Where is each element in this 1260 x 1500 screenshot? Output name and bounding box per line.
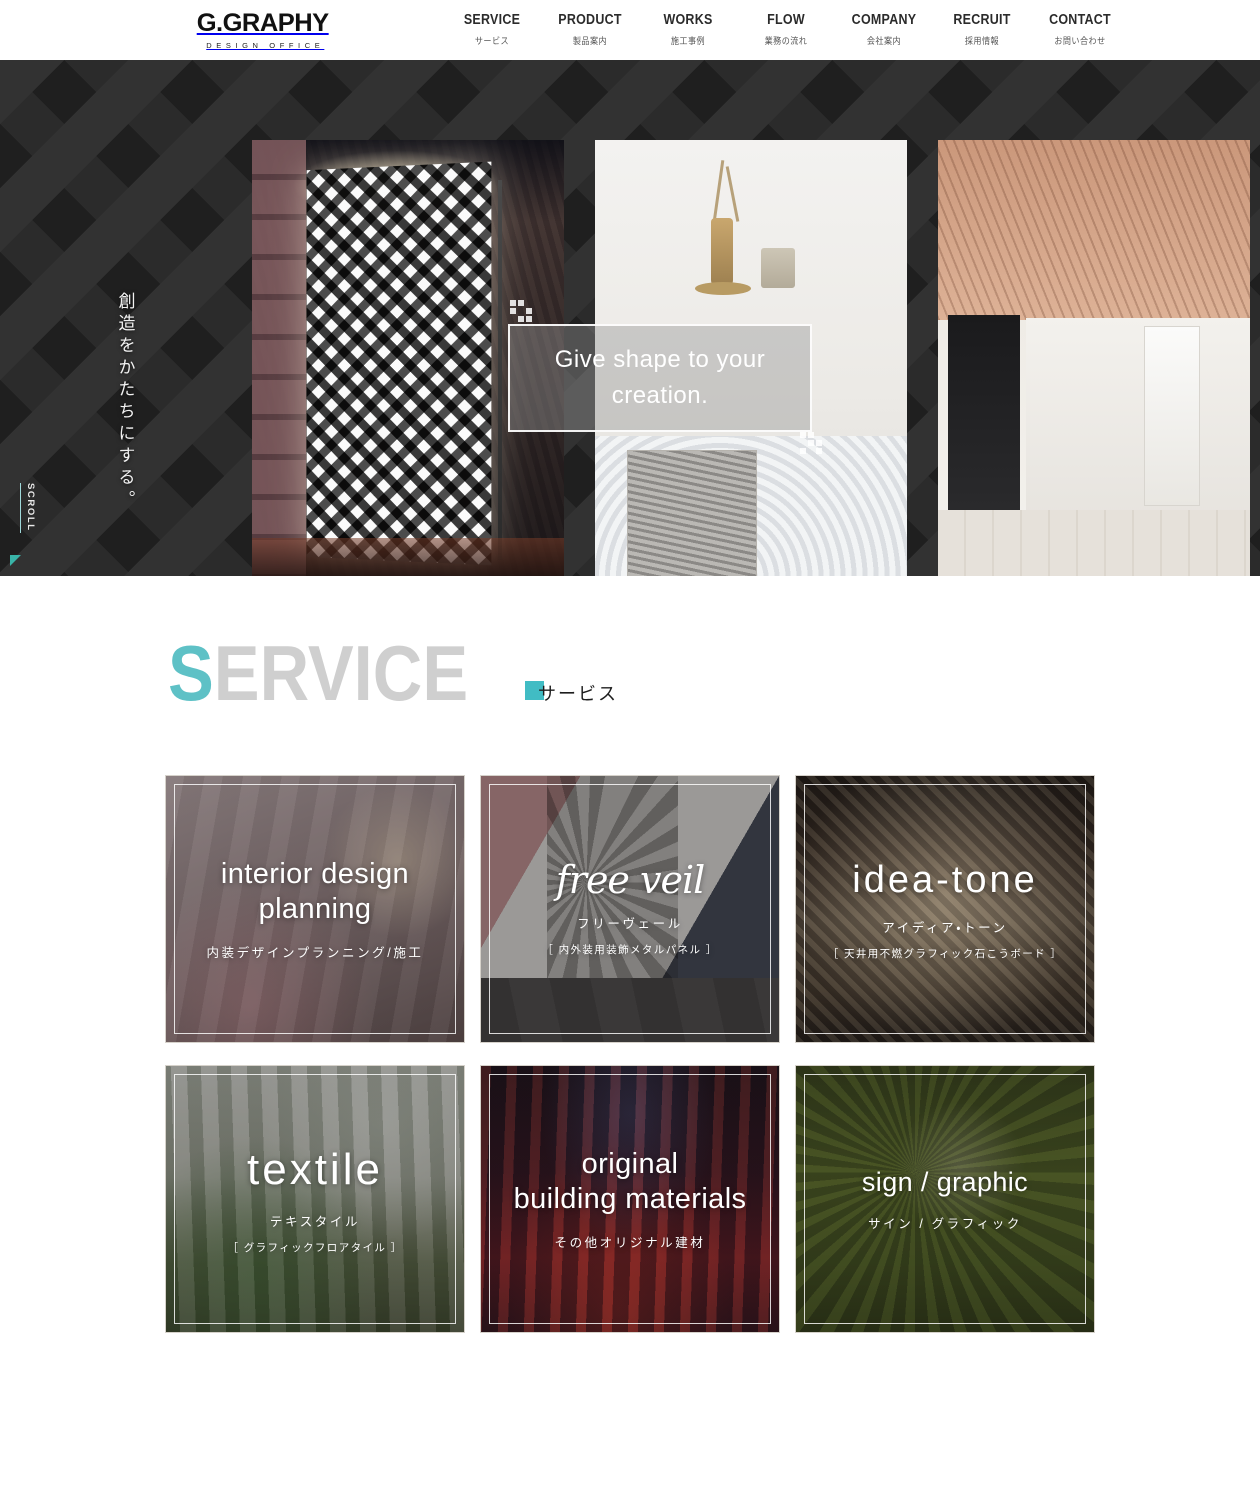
card-subtitle-ja: サイン / グラフィック [868, 1216, 1022, 1231]
card-caption: original building materials その他オリジナル建材 [481, 1066, 779, 1332]
nav-item-service[interactable]: SERVICE サービス [443, 13, 541, 48]
card-caption: free veil フリーヴェール ［ 内外装用装飾メタルパネル ］ [481, 776, 779, 1042]
nav-label-en: CONTACT [1049, 11, 1111, 28]
site-logo[interactable]: G.GRAPHY DESIGN OFFICE [168, 8, 358, 50]
hero-vertical-copy: 創造をかたちにする。 [115, 292, 135, 512]
card-title-line2: planning [258, 893, 372, 926]
service-heading: SERVICE サービス [168, 634, 1260, 712]
service-heading-ja-wrap: サービス [525, 680, 618, 710]
service-card-idea-tone[interactable]: idea-tone アイディア・トーン ［ 天井用不燃グラフィック石こうボード … [795, 774, 1095, 1043]
card-note: ［ 天井用不燃グラフィック石こうボード ］ [827, 947, 1063, 960]
nav-label-en: WORKS [663, 11, 713, 28]
service-section: SERVICE サービス interior design planning 内装… [0, 576, 1260, 1333]
slide-photo-idea-tone [938, 140, 1250, 576]
scroll-indicator[interactable]: SCROLL [20, 483, 36, 533]
card-subtitle-ja: その他オリジナル建材 [554, 1235, 706, 1250]
card-note: ［ 内外装用装飾メタルパネル ］ [542, 943, 718, 956]
card-title-line1: textile [247, 1144, 383, 1194]
logo-wordmark: G.GRAPHY [197, 8, 329, 37]
nav-label-ja: 業務の流れ [764, 36, 808, 47]
hero-catch-copy-box: Give shape to your creation. [508, 324, 812, 432]
corner-arrow-icon [10, 555, 21, 566]
card-title-line1: original [581, 1147, 679, 1180]
service-card-original-building-materials[interactable]: original building materials その他オリジナル建材 [480, 1064, 780, 1333]
card-subtitle-ja: 内装デザインプランニング/施工 [206, 945, 424, 960]
nav-label-ja: サービス [474, 36, 510, 47]
service-card-sign-graphic[interactable]: sign / graphic サイン / グラフィック [795, 1064, 1095, 1333]
service-card-free-veil[interactable]: free veil フリーヴェール ［ 内外装用装飾メタルパネル ］ [480, 774, 780, 1043]
nav-label-en: RECRUIT [953, 11, 1011, 28]
nav-item-flow[interactable]: FLOW 業務の流れ [737, 13, 835, 48]
service-heading-rest: ERVICE [213, 629, 469, 717]
nav-label-ja: お問い合わせ [1054, 36, 1106, 47]
nav-label-ja: 製品案内 [572, 36, 608, 47]
card-caption: textile テキスタイル ［ グラフィックフロアタイル ］ [166, 1066, 464, 1332]
nav-label-ja: 採用情報 [964, 36, 1000, 47]
nav-label-ja: 施工事例 [670, 36, 706, 47]
card-subtitle-ja: アイディア・トーン [882, 920, 1008, 935]
nav-item-product[interactable]: PRODUCT 製品案内 [541, 13, 639, 48]
service-heading-first-letter: S [168, 629, 214, 717]
card-note: ［ グラフィックフロアタイル ］ [227, 1241, 403, 1254]
card-title-line1: sign / graphic [861, 1166, 1029, 1197]
decorative-squares-top [510, 300, 532, 322]
service-card-textile[interactable]: textile テキスタイル ［ グラフィックフロアタイル ］ [165, 1064, 465, 1333]
nav-item-company[interactable]: COMPANY 会社案内 [835, 13, 933, 48]
carousel-slide-idea-tone[interactable]: idea-tone：天井用不燃グラフィック石こうボード [938, 140, 1250, 576]
hero-catch-copy: Give shape to your creation. [554, 346, 766, 409]
nav-label-en: FLOW [767, 11, 805, 28]
card-subtitle-ja: テキスタイル [269, 1214, 361, 1229]
site-header: G.GRAPHY DESIGN OFFICE SERVICE サービス PROD… [0, 0, 1260, 60]
card-title-line1: interior design [220, 857, 410, 890]
nav-label-ja: 会社案内 [866, 36, 902, 47]
nav-label-en: COMPANY [851, 11, 917, 28]
nav-item-recruit[interactable]: RECRUIT 採用情報 [933, 13, 1031, 48]
card-title-line1: idea-tone [852, 858, 1038, 901]
card-subtitle-ja: フリーヴェール [577, 916, 683, 931]
service-card-interior-design-planning[interactable]: interior design planning 内装デザインプランニング/施工 [165, 774, 465, 1043]
card-title-script-free-veil: free veil [555, 857, 706, 902]
card-caption: interior design planning 内装デザインプランニング/施工 [166, 776, 464, 1042]
logo-tagline: DESIGN OFFICE [206, 40, 325, 50]
main-navigation: SERVICE サービス PRODUCT 製品案内 WORKS 施工事例 FLO… [443, 13, 1129, 48]
card-title-line2: building materials [513, 1183, 747, 1216]
service-card-grid: interior design planning 内装デザインプランニング/施工… [165, 774, 1095, 1333]
service-heading-en: SERVICE [168, 634, 468, 712]
card-caption: idea-tone アイディア・トーン ［ 天井用不燃グラフィック石こうボード … [796, 776, 1094, 1042]
decorative-squares-bottom [800, 432, 822, 454]
hero-section: 創造をかたちにする。 SCROLL VEIL：内外装用装飾メタルパネル [0, 60, 1260, 576]
nav-item-works[interactable]: WORKS 施工事例 [639, 13, 737, 48]
nav-item-contact[interactable]: CONTACT お問い合わせ [1031, 13, 1129, 48]
card-caption: sign / graphic サイン / グラフィック [796, 1066, 1094, 1332]
nav-label-en: PRODUCT [558, 11, 622, 28]
service-heading-ja: サービス [538, 683, 619, 704]
nav-label-en: SERVICE [463, 11, 521, 28]
